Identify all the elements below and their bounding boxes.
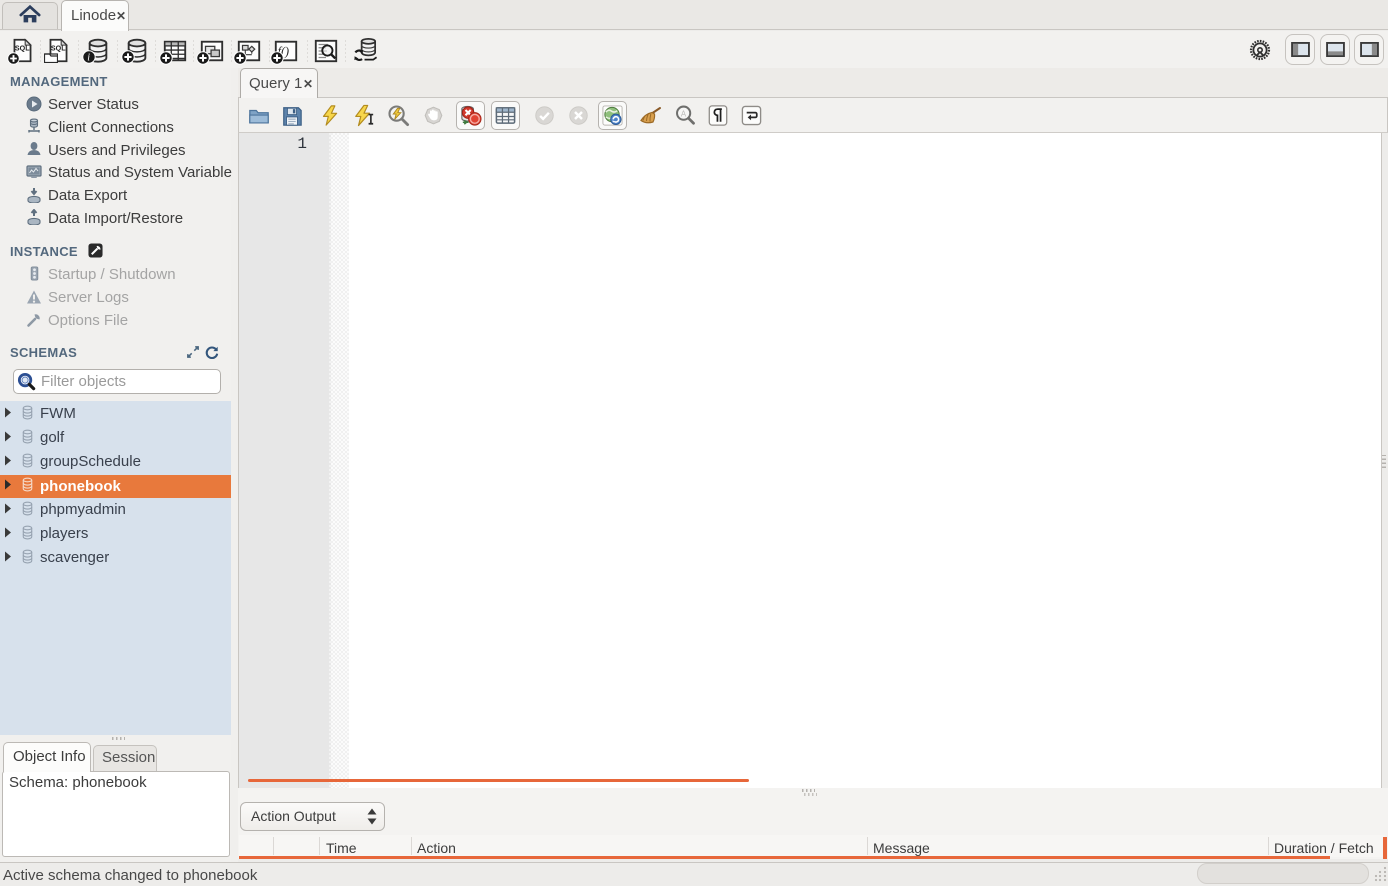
svg-text:i: i bbox=[87, 53, 90, 64]
